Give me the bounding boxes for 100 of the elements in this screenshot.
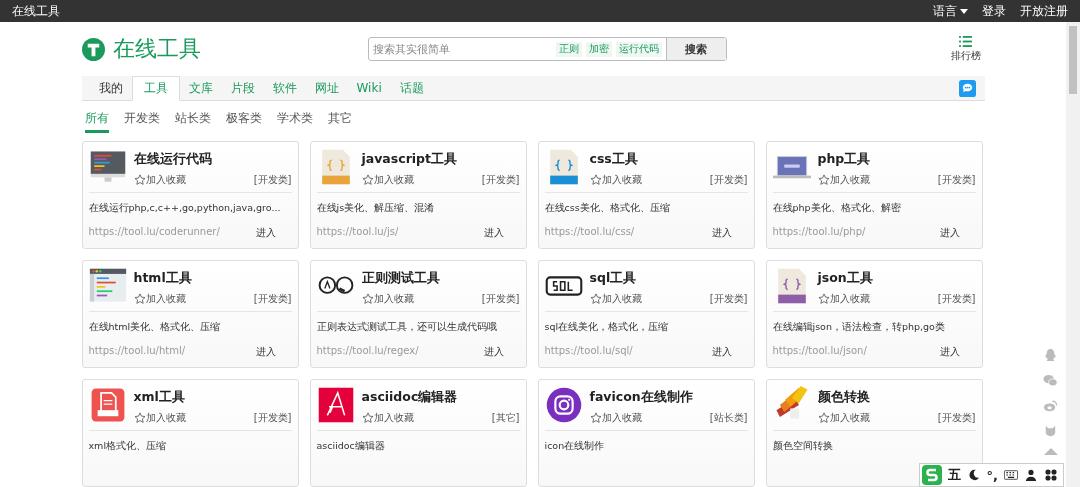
category-label[interactable]: [站长类] — [709, 411, 748, 425]
tool-title[interactable]: 颜色转换 — [817, 389, 976, 406]
enter-link[interactable]: 进入 — [939, 345, 960, 359]
enter-link[interactable]: 进入 — [939, 226, 960, 240]
tool-description: 颜色空间转换 — [772, 439, 834, 453]
category-label[interactable]: [开发类] — [481, 173, 520, 187]
favorite-link[interactable]: 加入收藏 — [361, 173, 414, 187]
ranking-link[interactable]: 排行榜 — [950, 35, 981, 63]
search-field[interactable]: 搜索其实很简单 正则 加密 运行代码 搜索 — [367, 37, 727, 61]
nav-tab[interactable]: 工具 — [131, 76, 180, 101]
star-icon — [589, 293, 602, 305]
tool-url: https://tool.lu/json/ — [772, 345, 867, 358]
enter-link[interactable]: 进入 — [255, 345, 276, 359]
category-tab[interactable]: 其它 — [327, 110, 352, 133]
star-icon — [817, 293, 830, 305]
tool-description: xml格式化、压缩 — [88, 439, 167, 453]
star-icon — [817, 174, 830, 186]
tool-title[interactable]: javascript工具 — [361, 151, 520, 168]
chat-icon[interactable] — [958, 79, 976, 97]
category-tab[interactable]: 极客类 — [225, 110, 262, 133]
favorite-link[interactable]: 加入收藏 — [589, 173, 642, 187]
category-tab[interactable]: 站长类 — [174, 110, 211, 133]
scrollbar-thumb[interactable] — [1069, 26, 1077, 94]
tool-title[interactable]: json工具 — [817, 270, 976, 287]
person-icon[interactable] — [1024, 469, 1038, 481]
tool-description: 在线html美化、格式化、压缩 — [88, 320, 222, 334]
camera-icon[interactable] — [544, 386, 583, 424]
tool-description: 在线运行php,c,c++,go,python,java,gro... — [88, 201, 282, 215]
tool-title[interactable]: 正则测试工具 — [361, 270, 520, 287]
tool-title[interactable]: html工具 — [133, 270, 292, 287]
favorite-link[interactable]: 加入收藏 — [133, 173, 186, 187]
category-label[interactable]: [开发类] — [253, 292, 292, 306]
tool-title[interactable]: favicon在线制作 — [589, 389, 748, 406]
favorite-link[interactable]: 加入收藏 — [589, 292, 642, 306]
top-link[interactable]: 登录 — [982, 2, 1006, 20]
favorite-link[interactable]: 加入收藏 — [133, 411, 186, 425]
star-icon — [133, 293, 146, 305]
star-icon — [589, 412, 602, 424]
category-tab[interactable]: 开发类 — [123, 110, 160, 133]
tool-description: 在线编辑json，语法检查，转php,go类 — [772, 320, 946, 334]
site-title[interactable]: 在线工具 — [12, 2, 60, 20]
logo-icon[interactable] — [81, 37, 105, 61]
tool-url: https://tool.lu/js/ — [316, 226, 399, 239]
star-icon — [361, 412, 374, 424]
enter-link[interactable]: 进入 — [711, 226, 732, 240]
category-tab[interactable]: 学术类 — [276, 110, 313, 133]
tool-url: https://tool.lu/php/ — [772, 226, 866, 239]
star-icon — [361, 293, 374, 305]
enter-link[interactable]: 进入 — [483, 226, 504, 240]
top-link[interactable]: 语言 — [933, 2, 968, 20]
scrollbar[interactable] — [1066, 22, 1080, 487]
keyboard-icon[interactable] — [1004, 469, 1018, 481]
tool-title[interactable]: xml工具 — [133, 389, 292, 406]
s-logo-icon[interactable] — [921, 465, 942, 485]
grid-icon[interactable] — [1044, 469, 1058, 481]
nav-tab[interactable]: 我的 — [89, 77, 132, 100]
tool-title[interactable]: php工具 — [817, 151, 976, 168]
input-mode-label[interactable]: 五 — [947, 466, 961, 484]
tool-title[interactable]: 在线运行代码 — [133, 151, 292, 168]
enter-link[interactable]: 进入 — [255, 226, 276, 240]
category-label[interactable]: [开发类] — [937, 173, 976, 187]
category-label[interactable]: [开发类] — [937, 292, 976, 306]
top-link[interactable]: 开放注册 — [1020, 2, 1068, 20]
favorite-link[interactable]: 加入收藏 — [589, 411, 642, 425]
category-label[interactable]: [开发类] — [709, 173, 748, 187]
favorite-link[interactable]: 加入收藏 — [361, 292, 414, 306]
category-label[interactable]: [开发类] — [253, 173, 292, 187]
tool-url: https://tool.lu/sql/ — [544, 345, 633, 358]
tool-description: sql在线美化，格式化，压缩 — [544, 320, 670, 334]
tool-url: https://tool.lu/coderunner/ — [88, 226, 220, 239]
tool-title[interactable]: sql工具 — [589, 270, 748, 287]
favorite-link[interactable]: 加入收藏 — [817, 411, 870, 425]
category-label[interactable]: [开发类] — [253, 411, 292, 425]
search-button[interactable]: 搜索 — [665, 38, 726, 60]
tool-title[interactable]: css工具 — [589, 151, 748, 168]
star-icon — [133, 412, 146, 424]
code-editor-icon[interactable] — [88, 267, 127, 305]
tool-description: 正则表达式测试工具，还可以生成代码哦 — [316, 320, 498, 334]
enter-link[interactable]: 进入 — [483, 345, 504, 359]
letter-a-icon[interactable] — [316, 386, 355, 424]
star-icon — [589, 174, 602, 186]
star-icon — [817, 412, 830, 424]
favorite-link[interactable]: 加入收藏 — [361, 411, 414, 425]
tool-description: asciidoc编辑器 — [316, 439, 386, 453]
enter-link[interactable]: 进入 — [711, 345, 732, 359]
category-tab[interactable]: 所有 — [84, 110, 109, 133]
category-label[interactable]: [开发类] — [481, 292, 520, 306]
category-label[interactable]: [开发类] — [709, 292, 748, 306]
favorite-link[interactable]: 加入收藏 — [817, 173, 870, 187]
favorite-link[interactable]: 加入收藏 — [133, 292, 186, 306]
tool-title[interactable]: asciidoc编辑器 — [361, 389, 520, 406]
category-label[interactable]: [开发类] — [937, 411, 976, 425]
logo-text[interactable]: 在线工具 — [112, 34, 201, 64]
list-icon — [959, 35, 972, 47]
category-label[interactable]: [其它] — [491, 411, 520, 425]
tool-description: 在线js美化、解压缩、混淆 — [316, 201, 436, 215]
favorite-link[interactable]: 加入收藏 — [817, 292, 870, 306]
punctuation-label[interactable]: °, — [986, 467, 998, 483]
tool-url: https://tool.lu/html/ — [88, 345, 186, 358]
star-icon — [133, 174, 146, 186]
